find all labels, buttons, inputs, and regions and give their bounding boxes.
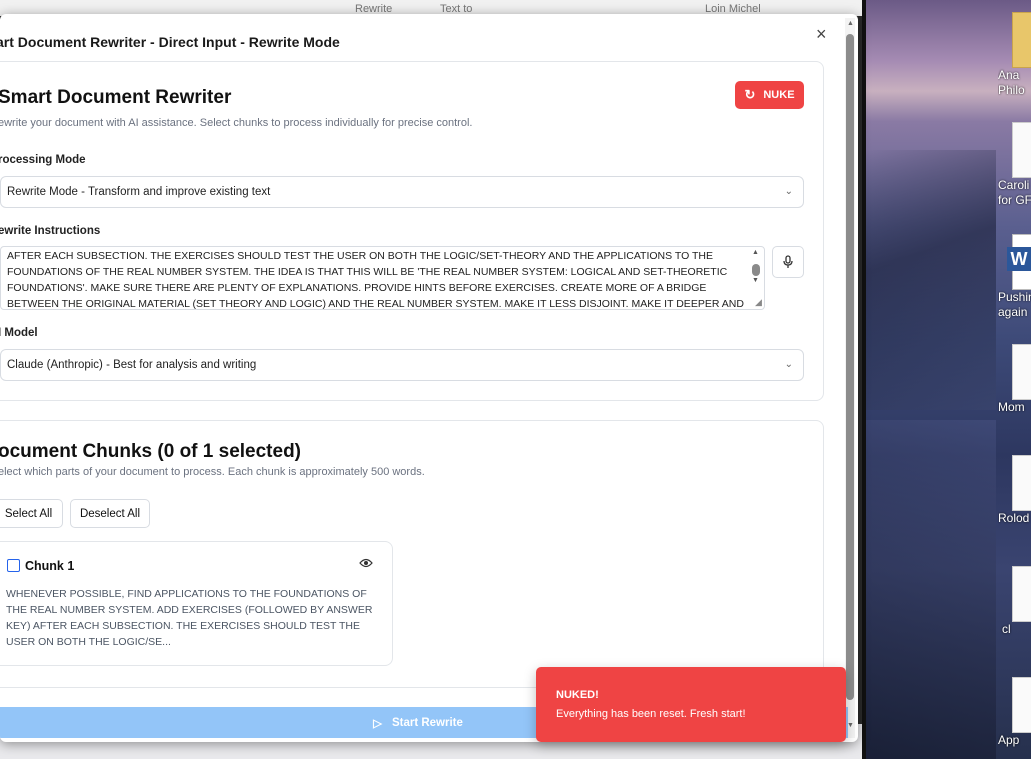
- chevron-down-icon: ⌄: [784, 186, 793, 197]
- deselect-all-button[interactable]: Deselect All: [70, 499, 150, 528]
- desktop-icon-label: Pushin: [998, 290, 1031, 304]
- chunk-checkbox[interactable]: [7, 559, 20, 572]
- processing-mode-value: Rewrite Mode - Transform and improve exi…: [7, 186, 271, 198]
- chevron-down-icon: ⌄: [784, 359, 793, 370]
- window-separator: [862, 0, 866, 759]
- scroll-up-icon[interactable]: ▲: [752, 249, 759, 256]
- microphone-button[interactable]: [772, 246, 804, 278]
- scrollbar-thumb[interactable]: [846, 34, 854, 700]
- desktop-icon[interactable]: Ana Philo: [998, 12, 1031, 98]
- close-icon[interactable]: ×: [816, 24, 827, 45]
- desktop-icon-label: Philo: [998, 83, 1025, 97]
- chunk-preview-text: WHENEVER POSSIBLE, FIND APPLICATIONS TO …: [6, 588, 373, 648]
- desktop-icon-label: Ana: [998, 68, 1020, 82]
- nuke-button-label: NUKE: [763, 89, 795, 101]
- ai-model-value: Claude (Anthropic) - Best for analysis a…: [7, 359, 257, 371]
- desktop-icon-label: Caroli: [998, 178, 1030, 192]
- document-icon: [1012, 455, 1031, 511]
- chunks-title: ocument Chunks (0 of 1 selected): [0, 441, 302, 462]
- desktop-icon-label: Mom: [998, 400, 1025, 414]
- rewrite-instructions-label: ewrite Instructions: [0, 225, 101, 237]
- modal-title: art Document Rewriter - Direct Input - R…: [0, 34, 340, 50]
- chunks-subtitle: elect which parts of your document to pr…: [0, 466, 425, 478]
- document-icon: [1012, 566, 1031, 622]
- document-icon: [1012, 122, 1031, 178]
- nuke-button[interactable]: ↻ NUKE: [735, 81, 804, 109]
- ai-model-select[interactable]: Claude (Anthropic) - Best for analysis a…: [0, 349, 804, 381]
- processing-mode-select[interactable]: Rewrite Mode - Transform and improve exi…: [0, 176, 804, 208]
- chunk-title: Chunk 1: [25, 559, 75, 573]
- microphone-icon: [783, 255, 793, 268]
- document-icon: [1012, 677, 1031, 733]
- scroll-up-icon[interactable]: ▲: [847, 20, 854, 27]
- desktop-icon-label: cl: [1002, 622, 1011, 636]
- word-document-icon: [1007, 234, 1031, 290]
- textarea-scroll-thumb[interactable]: [752, 264, 760, 276]
- desktop-icon-label: App: [998, 733, 1020, 747]
- folder-icon: [1012, 12, 1031, 68]
- toast-message: Everything has been reset. Fresh start!: [556, 708, 746, 720]
- select-all-button[interactable]: Select All: [0, 499, 63, 528]
- start-rewrite-label: Start Rewrite: [391, 716, 463, 729]
- desktop-icon-label: again: [998, 305, 1028, 319]
- eye-icon[interactable]: [359, 557, 373, 571]
- reset-icon: ↻: [744, 87, 756, 102]
- scroll-down-icon[interactable]: ▼: [847, 722, 854, 729]
- rewriter-modal: art Document Rewriter - Direct Input - R…: [0, 14, 858, 742]
- wallpaper-ridge: [866, 150, 996, 410]
- processing-mode-label: rocessing Mode: [0, 154, 86, 166]
- page-title: Smart Document Rewriter: [0, 87, 232, 108]
- desktop-icon[interactable]: Rolod: [998, 455, 1031, 526]
- desktop-icon-label: for GF: [998, 193, 1031, 207]
- ai-model-label: I Model: [0, 327, 38, 339]
- rewrite-instructions-textarea[interactable]: AFTER EACH SUBSECTION. THE EXERCISES SHO…: [0, 246, 765, 310]
- desktop-icon[interactable]: Pushin again: [998, 234, 1031, 320]
- page-subtitle: ewrite your document with AI assistance.…: [0, 117, 473, 129]
- toast-notification[interactable]: NUKED! Everything has been reset. Fresh …: [536, 667, 846, 742]
- resize-handle-icon[interactable]: ◢: [755, 297, 762, 308]
- desktop-icon[interactable]: cl: [998, 566, 1031, 637]
- toast-title: NUKED!: [556, 689, 599, 701]
- desktop-icon-label: Rolod: [998, 511, 1030, 525]
- scroll-down-icon[interactable]: ▼: [752, 277, 759, 284]
- modal-scrollbar[interactable]: ▲ ▼: [845, 18, 855, 738]
- wallpaper-ridge: [866, 420, 996, 759]
- desktop-icon[interactable]: App: [998, 677, 1031, 748]
- document-icon: [1012, 344, 1031, 400]
- desktop-icon[interactable]: Mom: [998, 344, 1031, 415]
- desktop-icon[interactable]: Caroli for GF: [998, 122, 1031, 208]
- play-icon: ▷: [373, 717, 382, 730]
